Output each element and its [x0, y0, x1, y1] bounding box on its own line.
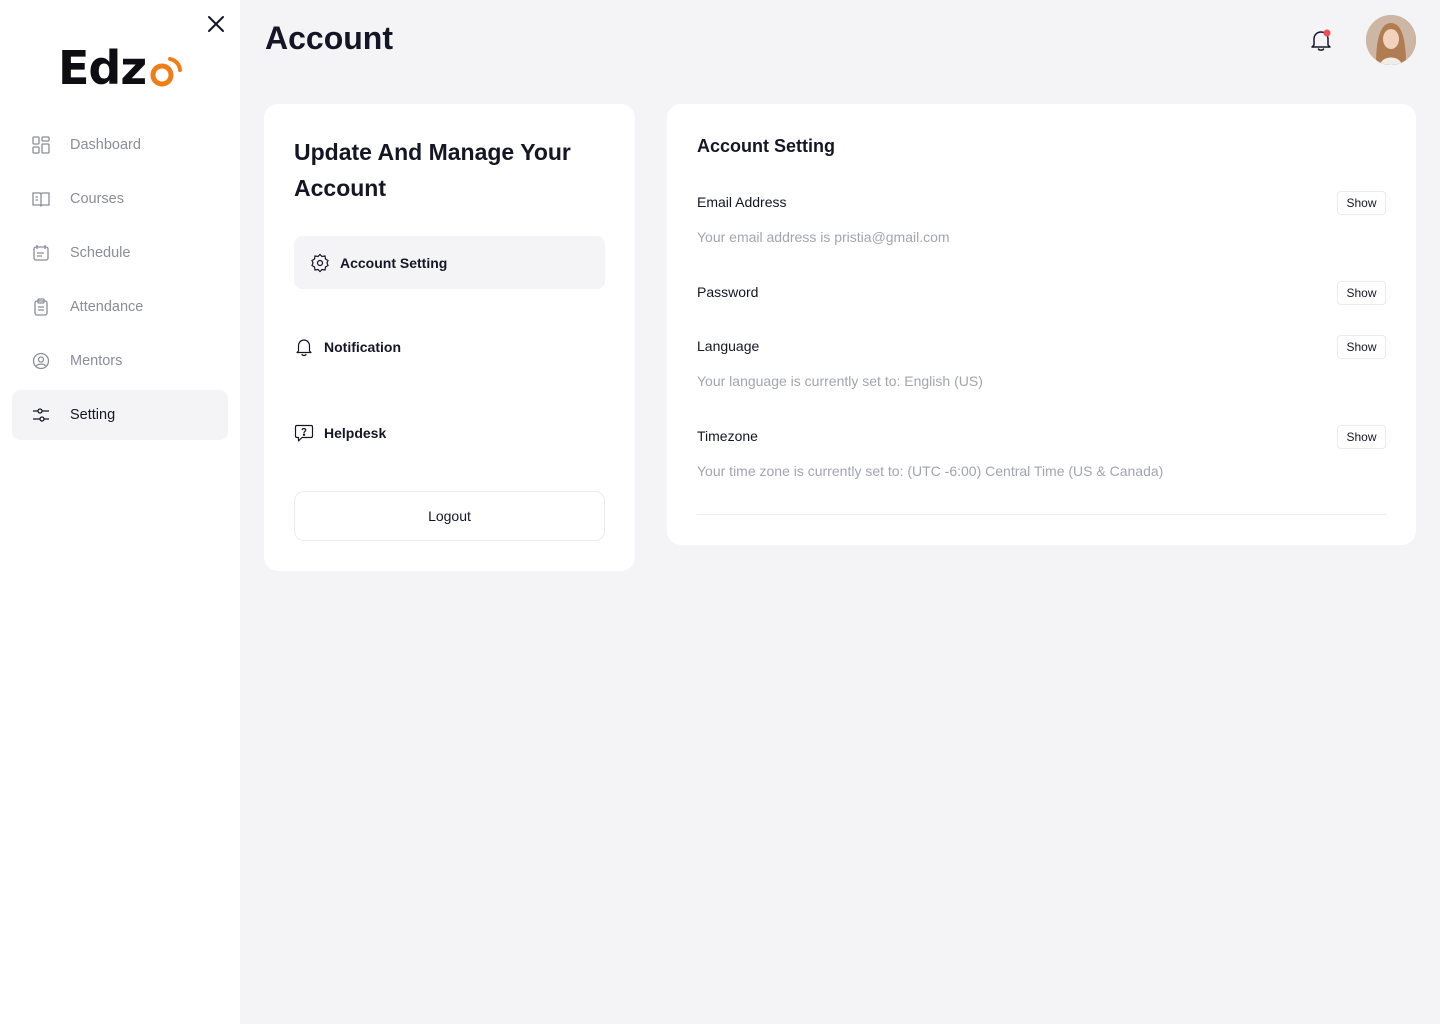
- book-icon: [32, 190, 50, 208]
- password-label: Password: [697, 284, 759, 300]
- help-chat-icon: [294, 423, 314, 443]
- sidebar-nav: Dashboard Courses Schedule Attendance Me…: [12, 120, 228, 444]
- sidebar-item-label: Dashboard: [70, 137, 141, 153]
- notification-bell-icon[interactable]: [1308, 27, 1334, 53]
- sidebar-item-label: Schedule: [70, 245, 131, 261]
- logo-signal-icon: [148, 53, 184, 89]
- clipboard-icon: [32, 298, 50, 316]
- sidebar-item-label: Attendance: [70, 299, 144, 315]
- calendar-icon: [32, 244, 50, 262]
- page-title: Account: [265, 20, 393, 56]
- language-show-button[interactable]: Show: [1337, 335, 1386, 359]
- account-setting-card: Account Setting Email Address Show Your …: [667, 104, 1416, 545]
- sidebar-item-attendance[interactable]: Attendance: [12, 282, 228, 332]
- logo: Edz: [58, 40, 184, 96]
- sidebar-item-courses[interactable]: Courses: [12, 174, 228, 224]
- menu-item-notification[interactable]: Notification: [294, 332, 605, 362]
- menu-label: Notification: [324, 339, 401, 355]
- sidebar-item-label: Setting: [70, 407, 116, 423]
- sidebar-item-mentors[interactable]: Mentors: [12, 336, 228, 386]
- language-label: Language: [697, 338, 760, 354]
- menu-label: Account Setting: [340, 254, 448, 271]
- settings-menu-card: Update And Manage Your Account Account S…: [264, 104, 635, 571]
- gear-icon: [310, 253, 330, 273]
- menu-item-account-setting[interactable]: Account Setting: [294, 236, 605, 289]
- email-description: Your email address is pristia@gmail.com: [697, 229, 950, 245]
- close-icon[interactable]: [204, 12, 228, 36]
- divider: [697, 514, 1386, 515]
- logout-button[interactable]: Logout: [294, 491, 605, 541]
- password-show-button[interactable]: Show: [1337, 281, 1386, 305]
- grid-icon: [32, 136, 50, 154]
- sidebar-item-schedule[interactable]: Schedule: [12, 228, 228, 278]
- sidebar-item-label: Mentors: [70, 353, 123, 369]
- settings-menu-title: Update And Manage Your Account: [294, 139, 571, 201]
- sidebar-item-label: Courses: [70, 191, 124, 207]
- menu-item-helpdesk[interactable]: Helpdesk: [294, 418, 605, 448]
- user-badge-icon: [32, 352, 50, 370]
- timezone-show-button[interactable]: Show: [1337, 425, 1386, 449]
- sliders-icon: [32, 406, 50, 424]
- sidebar-item-setting[interactable]: Setting: [12, 390, 228, 440]
- email-show-button[interactable]: Show: [1337, 191, 1386, 215]
- avatar[interactable]: [1366, 15, 1416, 65]
- email-label: Email Address: [697, 194, 787, 210]
- account-setting-title: Account Setting: [697, 136, 835, 156]
- bell-icon: [294, 337, 314, 357]
- sidebar: Edz Dashboard Courses Schedule Attendanc…: [0, 0, 240, 1024]
- menu-label: Helpdesk: [324, 425, 387, 441]
- timezone-description: Your time zone is currently set to: (UTC…: [697, 463, 1164, 479]
- logo-text: Edz: [58, 41, 147, 95]
- language-description: Your language is currently set to: Engli…: [697, 373, 983, 389]
- sidebar-item-dashboard[interactable]: Dashboard: [12, 120, 228, 170]
- timezone-label: Timezone: [697, 428, 758, 444]
